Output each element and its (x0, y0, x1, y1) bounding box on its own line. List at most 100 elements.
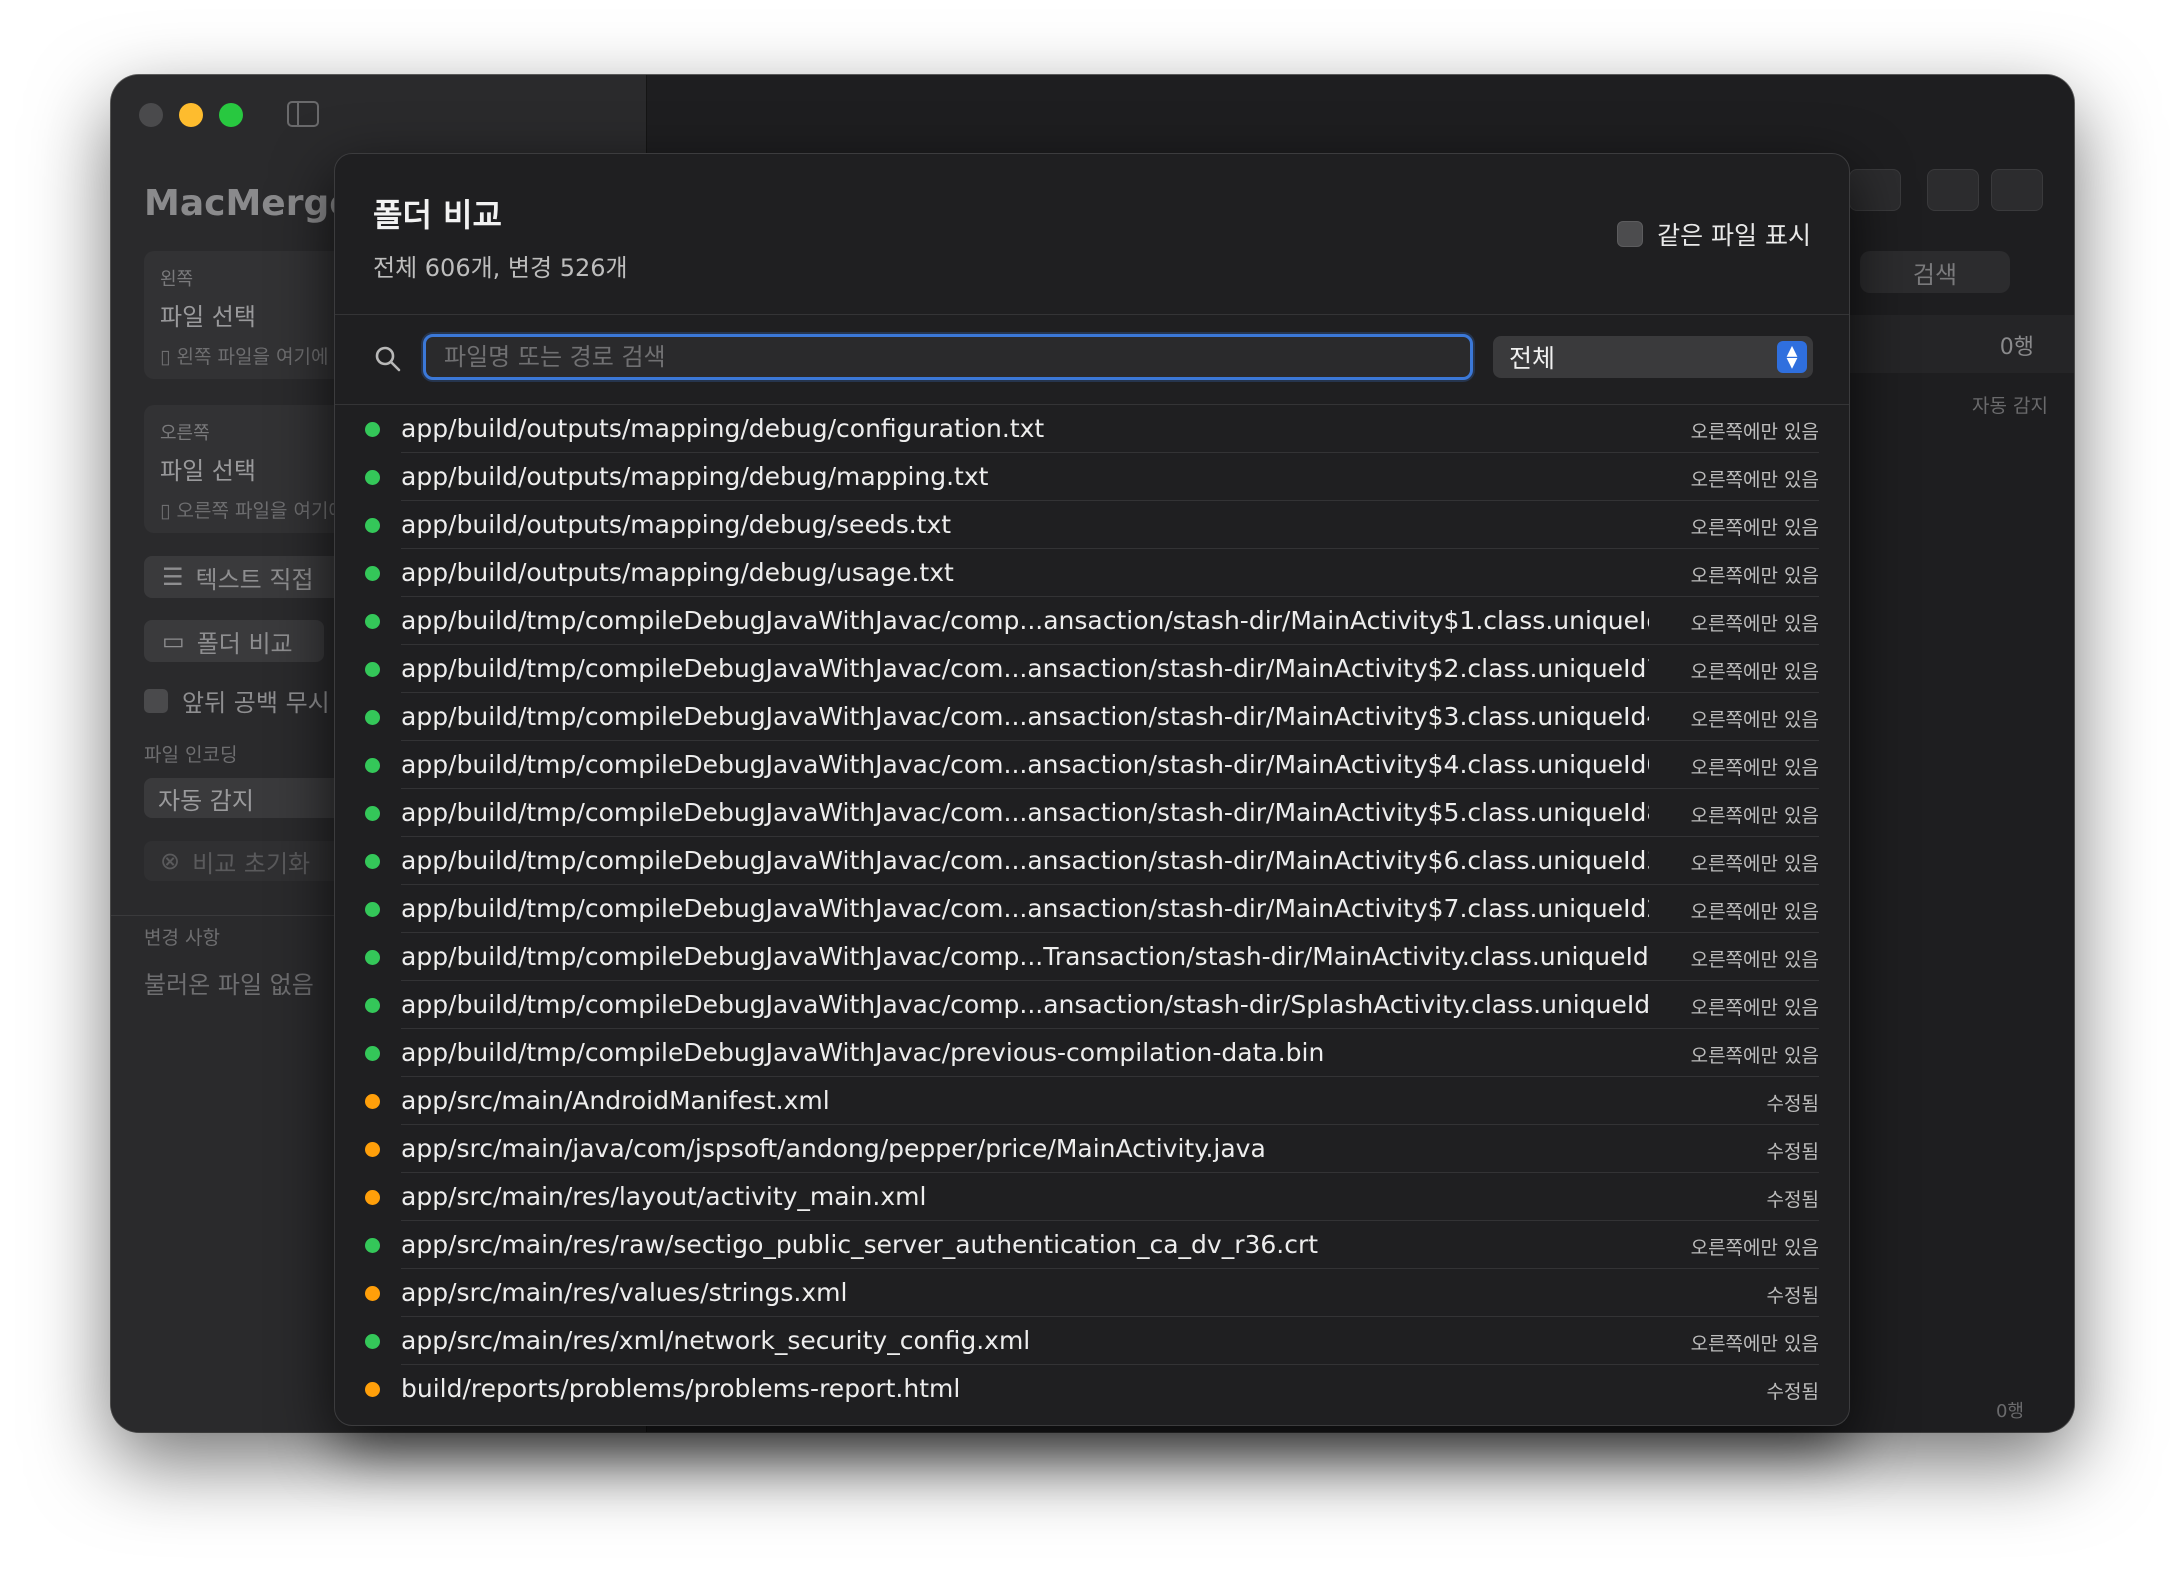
only-right-status-dot-icon (365, 950, 380, 965)
only-right-status-dot-icon (365, 470, 380, 485)
file-status: 오른쪽에만 있음 (1690, 949, 1819, 971)
only-right-status-dot-icon (365, 662, 380, 677)
file-status: 수정됨 (1766, 1093, 1819, 1115)
file-path: app/build/outputs/mapping/debug/seeds.tx… (401, 510, 952, 539)
file-row[interactable]: app/src/main/res/xml/network_security_co… (335, 1317, 1849, 1365)
list-icon: ☰ (162, 563, 184, 591)
ignore-whitespace-checkbox[interactable]: 앞뒤 공백 무시 (144, 683, 330, 718)
changes-empty-text: 불러온 파일 없음 (144, 971, 314, 999)
only-right-status-dot-icon (365, 422, 380, 437)
search-row: 전체 ▲▼ (335, 314, 1849, 404)
file-row[interactable]: app/src/main/AndroidManifest.xml 수정됨 (335, 1077, 1849, 1125)
file-row[interactable]: app/src/main/res/values/strings.xml 수정됨 (335, 1269, 1849, 1317)
close-window-button[interactable] (139, 103, 163, 127)
file-status: 오른쪽에만 있음 (1690, 901, 1819, 923)
only-right-status-dot-icon (365, 854, 380, 869)
sheet-header: 폴더 비교 전체 606개, 변경 526개 (373, 190, 628, 283)
file-row[interactable]: build/reports/problems/problems-report.h… (335, 1365, 1849, 1413)
file-path: app/src/main/res/layout/activity_main.xm… (401, 1182, 927, 1211)
folder-compare-button[interactable]: ▭ 폴더 비교 (144, 620, 324, 662)
main-search-button[interactable]: 검색 (1860, 251, 2010, 293)
file-status: 수정됨 (1766, 1141, 1819, 1163)
document-icon: ▯ (160, 500, 171, 522)
file-row[interactable]: app/build/outputs/mapping/debug/mapping.… (335, 453, 1849, 501)
main-header-row (1829, 315, 2074, 373)
file-row[interactable]: app/src/main/java/com/jspsoft/andong/pep… (335, 1125, 1849, 1173)
file-path: app/src/main/res/raw/sectigo_public_serv… (401, 1230, 1319, 1259)
search-input[interactable] (423, 334, 1473, 380)
file-status: 오른쪽에만 있음 (1690, 661, 1819, 683)
file-row[interactable]: app/build/tmp/compileDebugJavaWithJavac/… (335, 933, 1849, 981)
file-row[interactable]: app/build/tmp/compileDebugJavaWithJavac/… (335, 837, 1849, 885)
only-right-status-dot-icon (365, 518, 380, 533)
only-right-status-dot-icon (365, 1334, 380, 1349)
file-path: app/build/tmp/compileDebugJavaWithJavac/… (401, 654, 1649, 683)
show-same-files-label: 같은 파일 표시 (1657, 221, 1811, 250)
file-path: app/build/tmp/compileDebugJavaWithJavac/… (401, 702, 1649, 731)
file-path: app/build/tmp/compileDebugJavaWithJavac/… (401, 942, 1649, 971)
file-row[interactable]: app/build/tmp/compileDebugJavaWithJavac/… (335, 741, 1849, 789)
filter-select-value: 전체 (1509, 344, 1556, 373)
folder-icon: ▭ (162, 627, 185, 655)
left-panel-hint-text: 왼쪽 파일을 여기에 (176, 346, 329, 368)
folder-compare-label: 폴더 비교 (196, 629, 293, 658)
modified-status-dot-icon (365, 1094, 380, 1109)
sheet-summary: 전체 606개, 변경 526개 (373, 254, 628, 282)
only-right-status-dot-icon (365, 614, 380, 629)
file-row[interactable]: app/build/tmp/compileDebugJavaWithJavac/… (335, 885, 1849, 933)
file-status: 수정됨 (1766, 1285, 1819, 1307)
file-path: app/build/outputs/mapping/debug/usage.tx… (401, 558, 954, 587)
toolbar-save-icon[interactable] (1991, 169, 2043, 211)
file-row[interactable]: app/build/outputs/mapping/debug/usage.tx… (335, 549, 1849, 597)
file-status: 오른쪽에만 있음 (1690, 1045, 1819, 1067)
modified-status-dot-icon (365, 1190, 380, 1205)
file-row[interactable]: app/build/outputs/mapping/debug/seeds.tx… (335, 501, 1849, 549)
file-status: 오른쪽에만 있음 (1690, 757, 1819, 779)
file-row[interactable]: app/src/main/res/raw/sectigo_public_serv… (335, 1221, 1849, 1269)
file-status: 수정됨 (1766, 1189, 1819, 1211)
file-path: app/build/tmp/compileDebugJavaWithJavac/… (401, 750, 1649, 779)
modified-status-dot-icon (365, 1142, 380, 1157)
encoding-label: 파일 인코딩 (144, 744, 238, 766)
only-right-status-dot-icon (365, 998, 380, 1013)
file-status: 오른쪽에만 있음 (1690, 517, 1819, 539)
file-row[interactable]: app/src/main/res/layout/activity_main.xm… (335, 1173, 1849, 1221)
file-row[interactable]: app/build/tmp/compileDebugJavaWithJavac/… (335, 981, 1849, 1029)
file-path: app/src/main/java/com/jspsoft/andong/pep… (401, 1134, 1266, 1163)
only-right-status-dot-icon (365, 710, 380, 725)
file-row[interactable]: app/build/tmp/compileDebugJavaWithJavac/… (335, 1029, 1849, 1077)
file-status: 오른쪽에만 있음 (1690, 613, 1819, 635)
only-right-status-dot-icon (365, 1046, 380, 1061)
maximize-window-button[interactable] (219, 103, 243, 127)
toolbar-import-icon[interactable] (1849, 169, 1901, 211)
encoding-status: 자동 감지 (1972, 395, 2048, 417)
only-right-status-dot-icon (365, 806, 380, 821)
toolbar-export-icon[interactable] (1927, 169, 1979, 211)
file-row[interactable]: app/build/tmp/compileDebugJavaWithJavac/… (335, 597, 1849, 645)
file-path: app/src/main/res/xml/network_security_co… (401, 1326, 1031, 1355)
modified-status-dot-icon (365, 1382, 380, 1397)
checkbox-box[interactable] (144, 688, 168, 713)
file-path: app/src/main/res/values/strings.xml (401, 1278, 848, 1307)
file-row[interactable]: app/build/tmp/compileDebugJavaWithJavac/… (335, 645, 1849, 693)
app-title: MacMerge (144, 183, 354, 224)
show-same-files-checkbox[interactable]: 같은 파일 표시 (1617, 216, 1811, 252)
filter-select[interactable]: 전체 ▲ ▼ (1493, 336, 1813, 378)
search-icon (375, 346, 401, 372)
file-path: app/build/tmp/compileDebugJavaWithJavac/… (401, 990, 1649, 1019)
document-icon: ▯ (160, 346, 171, 368)
file-row[interactable]: app/build/outputs/mapping/debug/configur… (335, 405, 1849, 453)
file-row[interactable]: app/build/tmp/compileDebugJavaWithJavac/… (335, 789, 1849, 837)
file-path: app/src/main/AndroidManifest.xml (401, 1086, 830, 1115)
file-path: app/build/outputs/mapping/debug/mapping.… (401, 462, 989, 491)
file-row[interactable]: app/build/tmp/compileDebugJavaWithJavac/… (335, 693, 1849, 741)
only-right-status-dot-icon (365, 902, 380, 917)
checkbox-box[interactable] (1617, 221, 1644, 247)
minimize-window-button[interactable] (179, 103, 203, 127)
file-status: 오른쪽에만 있음 (1690, 805, 1819, 827)
file-status: 오른쪽에만 있음 (1690, 1237, 1819, 1259)
sidebar-toggle-icon[interactable] (287, 101, 319, 127)
file-status: 오른쪽에만 있음 (1690, 997, 1819, 1019)
file-status: 오른쪽에만 있음 (1690, 709, 1819, 731)
file-path: app/build/tmp/compileDebugJavaWithJavac/… (401, 846, 1649, 875)
